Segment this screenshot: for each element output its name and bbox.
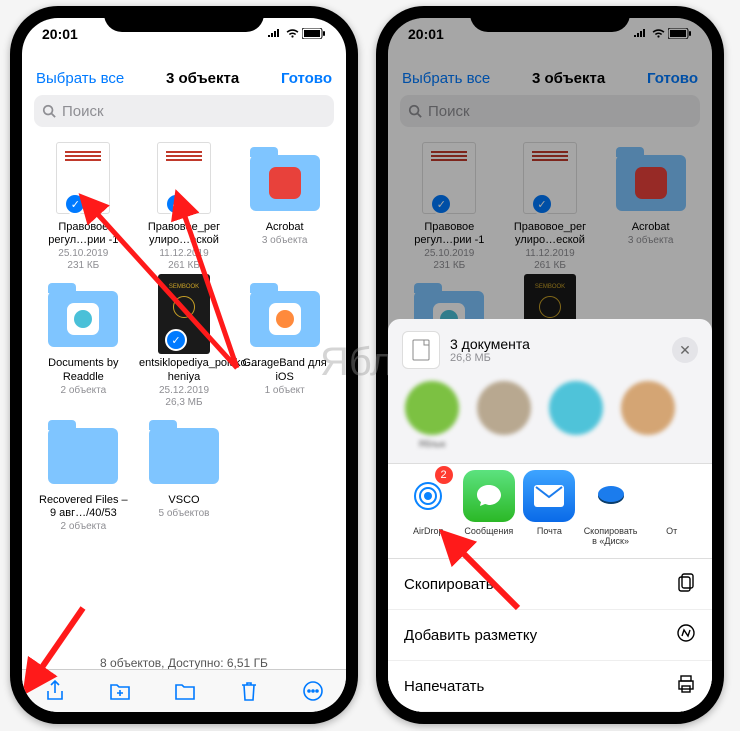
sheet-doc-icon [402,331,440,369]
file-item[interactable]: ✓Правовое_рег улиро…еской11.12.2019261 К… [137,139,232,271]
phone-right: 20:01 Выбрать все 3 объекта Готово Поиск… [376,6,724,724]
contact[interactable]: Яблык [402,381,462,449]
contact[interactable] [546,381,606,449]
share-app-AirDrop[interactable]: AirDrop2 [402,470,455,546]
action-copy[interactable]: Скопировать [388,559,712,610]
share-sheet: 3 документа 26,8 МБ ✕ Яблык AirDrop2Сооб… [388,319,712,712]
file-item[interactable]: Acrobat3 объекта [237,139,332,271]
action-markup[interactable]: Добавить разметку [388,610,712,661]
airdrop-contacts: Яблык [388,381,712,463]
toolbar [22,669,346,712]
file-name: VSCO [168,494,199,507]
file-name: Правовое регул…рии -1 [38,221,128,247]
sheet-subtitle: 26,8 МБ [450,352,530,364]
print-icon [676,674,696,698]
done-button[interactable]: Готово [281,70,332,87]
share-apps: AirDrop2СообщенияПочтаСкопировать в «Дис… [388,463,712,559]
more-icon[interactable] [302,680,324,702]
share-app-От[interactable]: От [645,470,698,546]
file-name: Правовое_рег улиро…еской [139,221,229,247]
notch [104,6,264,32]
copy-icon [676,572,696,596]
share-app-Скопировать в «Диск»[interactable]: Скопировать в «Диск» [584,470,638,546]
file-item[interactable]: Documents by Readdle2 объекта [36,275,131,407]
signal-icon [267,29,283,39]
close-icon[interactable]: ✕ [672,337,698,363]
sheet-title: 3 документа [450,336,530,352]
file-item[interactable]: GarageBand для iOS1 объект [237,275,332,407]
badge: 2 [435,466,453,484]
share-actions: СкопироватьДобавить разметкуНапечатать [388,559,712,712]
phone-left: 20:01 Выбрать все 3 объекта Готово Поиск… [10,6,358,724]
add-folder-icon[interactable] [109,681,131,701]
file-item[interactable]: ✓Правовое регул…рии -125.10.2019231 КБ [36,139,131,271]
file-name: Documents by Readdle [38,357,128,383]
contact[interactable] [618,381,678,449]
file-item[interactable]: Recovered Files – 9 авг…/40/532 объекта [36,412,131,532]
trash-icon[interactable] [239,680,259,702]
share-app-Почта[interactable]: Почта [523,470,576,546]
clock: 20:01 [42,26,78,42]
action-print[interactable]: Напечатать [388,661,712,712]
file-item[interactable]: SEMBOOK✓entsiklopediya_poisko…heniya25.1… [137,275,232,407]
file-item[interactable]: VSCO5 объектов [137,412,232,532]
selected-check-icon: ✓ [165,193,187,215]
contact[interactable] [474,381,534,449]
search-icon [42,104,56,118]
nav-bar: Выбрать все 3 объекта Готово [22,66,346,95]
file-name: entsiklopediya_poisko…heniya [139,357,229,383]
search-field[interactable]: Поиск [34,95,334,127]
notch [470,6,630,32]
file-name: Acrobat [266,221,304,234]
share-icon[interactable] [44,679,66,703]
share-app-Сообщения[interactable]: Сообщения [463,470,516,546]
markup-icon [676,623,696,647]
file-grid: ✓Правовое регул…рии -125.10.2019231 КБ ✓ П… [22,139,346,532]
footer-status: 8 объектов, Доступно: 6,51 ГБ [22,656,346,670]
battery-icon [302,28,326,39]
select-all-button[interactable]: Выбрать все [36,70,124,87]
wifi-icon [285,28,300,39]
file-name: Recovered Files – 9 авг…/40/53 [38,494,128,520]
nav-title: 3 объекта [166,70,239,87]
move-icon[interactable] [174,681,196,701]
file-name: GarageBand для iOS [240,357,330,383]
